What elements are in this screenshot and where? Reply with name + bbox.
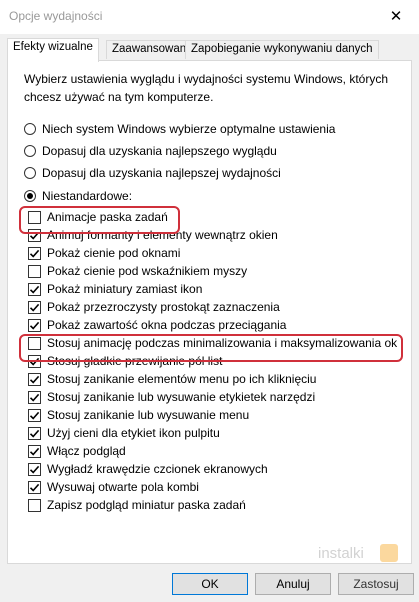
effect-option[interactable]: Pokaż przezroczysty prostokąt zaznaczeni… xyxy=(28,298,280,316)
performance-options-window: Opcje wydajności ✕ Efekty wizualne Zaawa… xyxy=(0,0,419,602)
radio-button[interactable] xyxy=(24,190,36,202)
checkbox-unchecked[interactable] xyxy=(28,210,41,224)
effect-label: Animacje paska zadań xyxy=(47,210,168,224)
effect-label: Wygładź krawędzie czcionek ekranowych xyxy=(47,462,268,476)
checkbox-checked[interactable] xyxy=(28,300,41,314)
effect-label: Stosuj zanikanie elementów menu po ich k… xyxy=(47,372,317,386)
cancel-button[interactable]: Anuluj xyxy=(255,573,331,595)
effect-option[interactable]: Wygładź krawędzie czcionek ekranowych xyxy=(28,460,268,478)
checkbox-checked[interactable] xyxy=(28,480,41,494)
radio-best-performance[interactable]: Dopasuj dla uzyskania najlepszej wydajno… xyxy=(24,164,281,182)
effect-label: Pokaż przezroczysty prostokąt zaznaczeni… xyxy=(47,300,280,314)
checkbox-checked[interactable] xyxy=(28,372,41,386)
effect-option[interactable]: Pokaż cienie pod oknami xyxy=(28,244,180,262)
close-icon: ✕ xyxy=(389,8,403,25)
checkbox-checked[interactable] xyxy=(28,228,41,242)
checkbox-checked[interactable] xyxy=(28,318,41,332)
tab-data-execution-prevention[interactable]: Zapobieganie wykonywaniu danych xyxy=(185,40,379,59)
checkbox-checked[interactable] xyxy=(28,408,41,422)
visual-effects-list[interactable]: Animacje paska zadań Animuj formanty i el… xyxy=(24,208,413,520)
effect-label: Pokaż zawartość okna podczas przeciągani… xyxy=(47,318,287,332)
apply-button[interactable]: Zastosuj xyxy=(338,573,414,595)
radio-label: Niech system Windows wybierze optymalne … xyxy=(42,122,336,136)
effect-option[interactable]: Stosuj animację podczas minimalizowania … xyxy=(28,334,397,352)
panel-description: Wybierz ustawienia wyglądu i wydajności … xyxy=(24,72,389,104)
effect-option[interactable]: Animuj formanty i elementy wewnątrz okie… xyxy=(28,226,278,244)
effect-label: Stosuj animację podczas minimalizowania … xyxy=(47,336,398,350)
ok-button[interactable]: OK xyxy=(172,573,248,595)
checkbox-checked[interactable] xyxy=(28,246,41,260)
effect-option[interactable]: Użyj cieni dla etykiet ikon pulpitu xyxy=(28,424,220,442)
checkbox-unchecked[interactable] xyxy=(28,498,41,512)
effect-label: Pokaż cienie pod oknami xyxy=(47,246,181,260)
effect-label: Animuj formanty i elementy wewnątrz okie… xyxy=(47,228,278,242)
checkbox-checked[interactable] xyxy=(28,390,41,404)
close-button[interactable]: ✕ xyxy=(373,0,419,32)
effect-option[interactable]: Stosuj zanikanie elementów menu po ich k… xyxy=(28,370,316,388)
visual-effects-panel: Wybierz ustawienia wyglądu i wydajności … xyxy=(7,60,412,564)
radio-label: Dopasuj dla uzyskania najlepszego wygląd… xyxy=(42,144,277,158)
effect-label: Pokaż miniatury zamiast ikon xyxy=(47,282,203,296)
checkbox-unchecked[interactable] xyxy=(28,336,41,350)
effect-option[interactable]: Pokaż cienie pod wskaźnikiem myszy xyxy=(28,262,247,280)
checkbox-checked[interactable] xyxy=(28,282,41,296)
effect-label: Zapisz podgląd miniatur paska zadań xyxy=(47,498,246,512)
effect-option[interactable]: Stosuj zanikanie lub wysuwanie etykietek… xyxy=(28,388,315,406)
effect-option[interactable]: Stosuj zanikanie lub wysuwanie menu xyxy=(28,406,249,424)
effect-option[interactable]: Zapisz podgląd miniatur paska zadań xyxy=(28,496,246,514)
effect-label: Użyj cieni dla etykiet ikon pulpitu xyxy=(47,426,220,440)
tab-visual-effects[interactable]: Efekty wizualne xyxy=(7,38,99,62)
effect-option[interactable]: Pokaż miniatury zamiast ikon xyxy=(28,280,202,298)
checkbox-checked[interactable] xyxy=(28,354,41,368)
radio-label: Dopasuj dla uzyskania najlepszej wydajno… xyxy=(42,166,281,180)
checkbox-checked[interactable] xyxy=(28,444,41,458)
effect-option[interactable]: Wysuwaj otwarte pola kombi xyxy=(28,478,199,496)
effect-label: Włącz podgląd xyxy=(47,444,126,458)
radio-let-windows-choose[interactable]: Niech system Windows wybierze optymalne … xyxy=(24,120,335,138)
effect-option[interactable]: Włącz podgląd xyxy=(28,442,126,460)
effect-label: Stosuj gładkie przewijanie pól list xyxy=(47,354,223,368)
checkbox-unchecked[interactable] xyxy=(28,264,41,278)
effect-option[interactable]: Animacje paska zadań xyxy=(28,208,168,226)
radio-button[interactable] xyxy=(24,145,36,157)
radio-label: Niestandardowe: xyxy=(42,189,133,203)
window-title: Opcje wydajności xyxy=(9,9,103,23)
effect-label: Stosuj zanikanie lub wysuwanie menu xyxy=(47,408,250,422)
checkbox-checked[interactable] xyxy=(28,462,41,476)
checkbox-checked[interactable] xyxy=(28,426,41,440)
effect-label: Wysuwaj otwarte pola kombi xyxy=(47,480,199,494)
effect-option[interactable]: Stosuj gładkie przewijanie pól list xyxy=(28,352,222,370)
effect-option[interactable]: Pokaż zawartość okna podczas przeciągani… xyxy=(28,316,286,334)
radio-custom[interactable]: Niestandardowe: xyxy=(24,187,132,205)
radio-best-appearance[interactable]: Dopasuj dla uzyskania najlepszego wygląd… xyxy=(24,142,277,160)
radio-button[interactable] xyxy=(24,167,36,179)
effect-label: Stosuj zanikanie lub wysuwanie etykietek… xyxy=(47,390,316,404)
title-bar: Opcje wydajności ✕ xyxy=(0,0,419,34)
radio-button[interactable] xyxy=(24,123,36,135)
effect-label: Pokaż cienie pod wskaźnikiem myszy xyxy=(47,264,248,278)
